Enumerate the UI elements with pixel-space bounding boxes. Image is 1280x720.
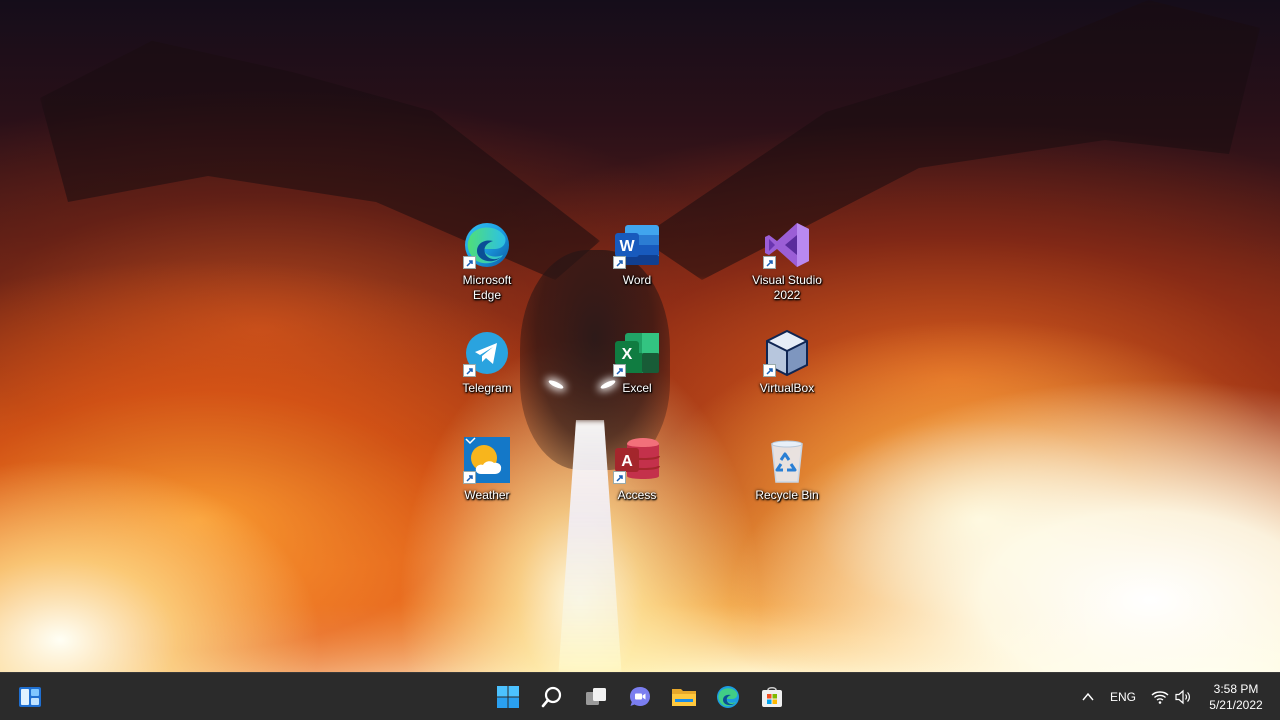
desktop-icon-access[interactable]: A Access [592, 436, 682, 503]
task-view-button[interactable] [576, 673, 616, 720]
volume-button[interactable] [1172, 673, 1194, 720]
shortcut-arrow-icon [763, 256, 776, 269]
search-icon [541, 686, 562, 707]
desktop-icon-word[interactable]: W Word [592, 221, 682, 288]
shortcut-arrow-icon [463, 471, 476, 484]
chat-button[interactable] [620, 673, 660, 720]
shortcut-arrow-icon [613, 471, 626, 484]
shortcut-arrow-icon [463, 364, 476, 377]
widgets-button[interactable] [10, 673, 50, 720]
desktop-icon-recycle-bin[interactable]: Recycle Bin [742, 436, 832, 503]
word-icon: W [613, 221, 661, 269]
edge-icon [463, 221, 511, 269]
desktop-icon-label: Visual Studio 2022 [752, 273, 822, 302]
edge-icon [717, 685, 739, 708]
desktop-icon-label: Access [617, 488, 657, 502]
desktop-icon-label: VirtualBox [759, 381, 815, 395]
file-explorer-button[interactable] [664, 673, 704, 720]
start-button[interactable] [488, 673, 528, 720]
show-hidden-icons-button[interactable] [1068, 673, 1108, 720]
weather-icon [463, 436, 511, 484]
desktop-icon-excel[interactable]: X Excel [592, 329, 682, 396]
shortcut-arrow-icon [613, 364, 626, 377]
chat-icon [630, 686, 650, 706]
file-explorer-icon [672, 688, 696, 706]
wifi-icon [1151, 690, 1169, 704]
desktop-icon-virtualbox[interactable]: VirtualBox [742, 329, 832, 396]
search-button[interactable] [532, 673, 572, 720]
wallpaper-dragon-wing [640, 0, 1260, 280]
desktop-icon-label: Recycle Bin [755, 488, 819, 502]
task-view-icon [586, 687, 606, 705]
shortcut-arrow-icon [613, 256, 626, 269]
telegram-icon [463, 329, 511, 377]
desktop-icon-label: Microsoft Edge [462, 273, 512, 302]
desktop-icon-visual-studio-2022[interactable]: Visual Studio 2022 [742, 221, 832, 303]
visual-studio-icon [763, 221, 811, 269]
clock-date: 5/21/2022 [1209, 698, 1263, 712]
start-icon [497, 685, 519, 708]
desktop-icon-label: Telegram [462, 381, 512, 395]
store-icon [762, 686, 782, 707]
network-button[interactable] [1148, 673, 1172, 720]
taskbar-edge-button[interactable] [708, 673, 748, 720]
clock-time: 3:58 PM [1213, 682, 1259, 696]
desktop-icon-label: Weather [464, 488, 510, 502]
svg-text:W: W [619, 238, 635, 255]
desktop-icon-weather[interactable]: Weather [442, 436, 532, 503]
excel-icon: X [613, 329, 661, 377]
svg-text:X: X [622, 346, 633, 363]
widgets-icon [19, 686, 41, 707]
virtualbox-icon [763, 329, 811, 377]
shortcut-arrow-icon [463, 256, 476, 269]
language-indicator[interactable]: ENG [1110, 690, 1136, 704]
shortcut-arrow-icon [763, 364, 776, 377]
store-button[interactable] [752, 673, 792, 720]
clock[interactable]: 3:58 PM 5/21/2022 [1196, 681, 1276, 713]
access-icon: A [613, 436, 661, 484]
volume-icon [1175, 689, 1190, 704]
desktop-icon-label: Word [622, 273, 652, 287]
svg-text:A: A [621, 453, 633, 470]
recycle-bin-icon [763, 436, 811, 484]
desktop-icon-telegram[interactable]: Telegram [442, 329, 532, 396]
chevron-up-icon [1082, 692, 1094, 700]
desktop-icon-label: Excel [622, 381, 652, 395]
desktop-icon-microsoft-edge[interactable]: Microsoft Edge [442, 221, 532, 303]
taskbar: ENG 3:58 PM 5/21/2022 [0, 672, 1280, 720]
